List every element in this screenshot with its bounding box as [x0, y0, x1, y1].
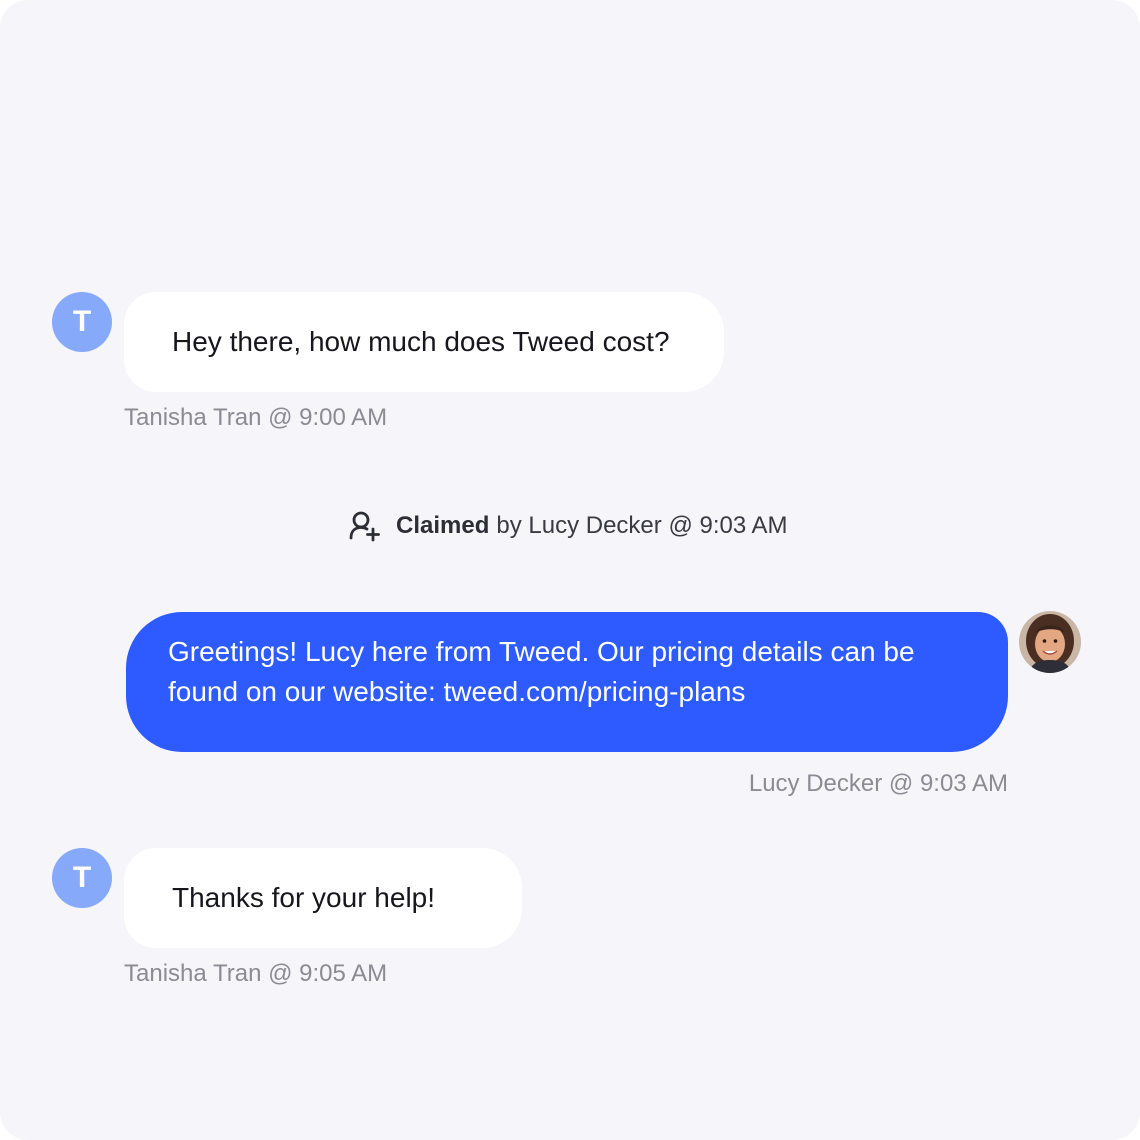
- customer-avatar: T: [52, 292, 112, 352]
- message-text: Thanks for your help!: [172, 882, 436, 913]
- claim-event: Claimed by Lucy Decker @ 9:03 AM: [348, 505, 788, 547]
- agent-message-line: found on our website: tweed.com/pricing-…: [168, 676, 746, 707]
- agent-message-bubble: Greetings! Lucy here from Tweed. Our pri…: [126, 612, 1008, 752]
- avatar-initial: T: [72, 861, 92, 894]
- message-meta: Lucy Decker @ 9:03 AM: [748, 770, 1008, 797]
- chat-conversation: T Hey there, how much does Tweed cost? T…: [0, 0, 1140, 1140]
- avatar-initial: T: [72, 305, 92, 338]
- customer-avatar: T: [52, 848, 112, 908]
- customer-message-bubble: Thanks for your help!: [124, 848, 522, 948]
- message-meta: Tanisha Tran @ 9:05 AM: [124, 960, 388, 987]
- customer-message-bubble: Hey there, how much does Tweed cost?: [124, 292, 724, 392]
- agent-avatar: [1019, 611, 1081, 673]
- message-meta: Tanisha Tran @ 9:00 AM: [124, 404, 388, 431]
- claim-label: Claimed: [396, 512, 490, 539]
- message-text: Hey there, how much does Tweed cost?: [172, 326, 670, 357]
- user-plus-icon: [348, 509, 382, 543]
- claim-detail: by Lucy Decker @ 9:03 AM: [496, 512, 788, 539]
- agent-message-line: Greetings! Lucy here from Tweed. Our pri…: [168, 636, 915, 667]
